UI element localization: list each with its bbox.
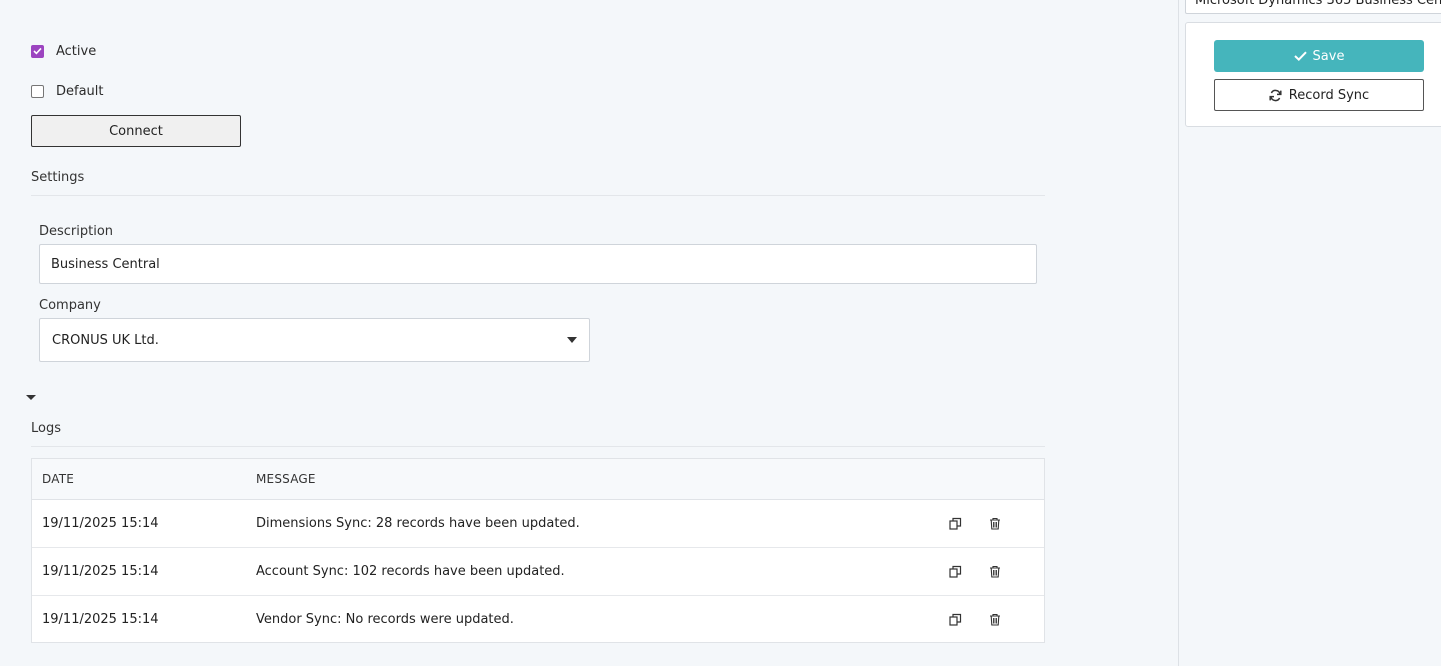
copy-icon[interactable]	[946, 611, 964, 629]
save-label: Save	[1312, 48, 1345, 64]
connect-button[interactable]: Connect	[31, 115, 241, 147]
table-row: 19/11/2025 15:14 Dimensions Sync: 28 rec…	[32, 500, 1044, 548]
chevron-down-icon	[26, 395, 36, 400]
table-row: 19/11/2025 15:14 Vendor Sync: No records…	[32, 596, 1044, 643]
description-input[interactable]	[39, 244, 1037, 284]
active-checkbox-row[interactable]: Active	[31, 41, 96, 61]
company-select-value: CRONUS UK Ltd.	[52, 332, 159, 348]
logs-divider	[31, 446, 1045, 447]
record-sync-label: Record Sync	[1288, 87, 1370, 103]
default-checkbox-row[interactable]: Default	[31, 81, 104, 101]
refresh-icon	[1269, 89, 1282, 102]
trash-icon[interactable]	[986, 563, 1004, 581]
logs-table: DATE MESSAGE 19/11/2025 15:14 Dimensions…	[31, 458, 1045, 643]
company-label: Company	[39, 298, 101, 313]
log-date: 19/11/2025 15:14	[42, 612, 159, 627]
log-date: 19/11/2025 15:14	[42, 516, 159, 531]
log-message: Account Sync: 102 records have been upda…	[256, 564, 565, 579]
table-row: 19/11/2025 15:14 Account Sync: 102 recor…	[32, 548, 1044, 596]
column-header-date[interactable]: DATE	[32, 472, 256, 486]
settings-title: Settings	[31, 170, 85, 185]
column-header-message[interactable]: MESSAGE	[256, 472, 944, 486]
logs-collapse-toggle[interactable]	[26, 395, 37, 403]
settings-divider	[31, 195, 1045, 196]
record-sync-button[interactable]: Record Sync	[1214, 79, 1424, 111]
log-message: Dimensions Sync: 28 records have been up…	[256, 516, 580, 531]
connector-settings-page: Active Default Connect Settings Descript…	[0, 0, 1441, 666]
row-actions	[944, 563, 1044, 581]
save-button[interactable]: Save	[1214, 40, 1424, 72]
active-checkbox[interactable]	[31, 44, 44, 58]
description-label: Description	[39, 224, 114, 239]
row-actions	[944, 611, 1044, 629]
default-checkbox[interactable]	[31, 84, 44, 98]
connector-field[interactable]: Microsoft Dynamics 365 Business Central	[1185, 0, 1441, 14]
logs-title: Logs	[31, 421, 61, 436]
active-label: Active	[56, 43, 97, 59]
copy-icon[interactable]	[946, 563, 964, 581]
chevron-down-icon	[567, 337, 577, 343]
trash-icon[interactable]	[986, 611, 1004, 629]
row-actions	[944, 515, 1044, 533]
actions-card: Save Record Sync	[1185, 22, 1441, 127]
company-select[interactable]: CRONUS UK Ltd.	[39, 318, 590, 362]
default-label: Default	[56, 83, 104, 99]
right-sidebar: Microsoft Dynamics 365 Business Central …	[1178, 0, 1441, 666]
trash-icon[interactable]	[986, 515, 1004, 533]
log-date: 19/11/2025 15:14	[42, 564, 159, 579]
logs-table-header: DATE MESSAGE	[32, 459, 1044, 500]
log-message: Vendor Sync: No records were updated.	[256, 612, 514, 627]
copy-icon[interactable]	[946, 515, 964, 533]
check-icon	[1293, 51, 1307, 61]
